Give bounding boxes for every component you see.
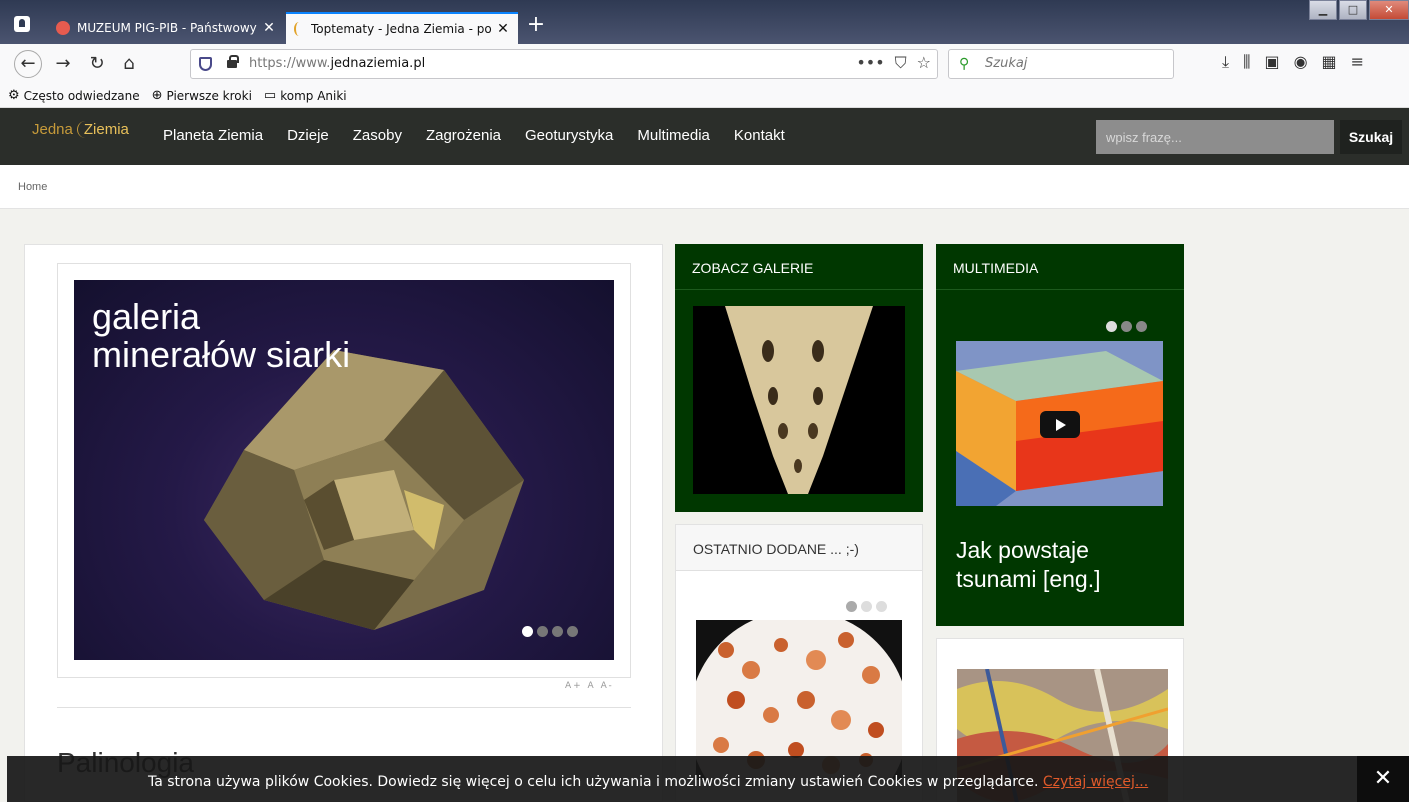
library-icon[interactable]: ⫼ (1243, 52, 1250, 72)
slider-dot[interactable] (1136, 321, 1147, 332)
video-thumbnail[interactable] (956, 341, 1163, 506)
site-header: Jedna Ziemia Planeta Ziemia Dzieje Zasoby… (0, 108, 1409, 165)
gallery-card: ZOBACZ GALERIE (675, 244, 923, 512)
nav-item-zagrozenia[interactable]: Zagrożenia (426, 127, 501, 144)
pocket-icon[interactable]: ⛉ (895, 53, 907, 73)
breadcrumb-bar: Home (0, 165, 1409, 209)
browser-toolbar: ← → ↻ ⌂ https://www.jednaziemia.pl ••• ⛉… (0, 44, 1409, 84)
font-size-tools[interactable]: A+ A A- (565, 681, 614, 691)
downloads-icon[interactable]: ⤓ (1222, 52, 1229, 72)
favicon-icon (56, 21, 70, 35)
bookmark-item[interactable]: ⊕ Pierwsze kroki (152, 88, 252, 103)
lock-icon[interactable] (227, 55, 239, 68)
window-close-icon[interactable]: ✕ (1369, 0, 1409, 20)
main-nav: Planeta Ziemia Dzieje Zasoby Zagrożenia … (163, 127, 785, 144)
nav-item-zasoby[interactable]: Zasoby (353, 127, 402, 144)
site-search-input[interactable] (1096, 120, 1334, 154)
tab-muzeum[interactable]: MUZEUM PIG-PIB - Państwowy ✕ (48, 12, 284, 44)
maximize-icon[interactable]: □ (1339, 0, 1367, 20)
gallery-image[interactable] (693, 306, 905, 494)
breadcrumb[interactable]: Home (18, 181, 47, 193)
cookie-text: Ta strona używa plików Cookies. Dowiedz … (148, 774, 1149, 790)
slider-dot[interactable] (567, 626, 578, 637)
slider-title: galeria minerałów siarki (92, 296, 351, 375)
back-icon[interactable]: ← (14, 50, 42, 78)
slider-dot[interactable] (552, 626, 563, 637)
nav-item-multimedia[interactable]: Multimedia (637, 127, 710, 144)
multimedia-caption[interactable]: Jak powstaje tsunami [eng.] (956, 536, 1100, 594)
multimedia-card: MULTIMEDIA Jak powstaje tsunami [eng.] (936, 244, 1184, 626)
sidebar-icon[interactable]: ▣ (1264, 52, 1279, 72)
cookie-banner: Ta strona używa plików Cookies. Dowiedz … (7, 756, 1409, 802)
menu-icon[interactable]: ≡ (1351, 52, 1364, 72)
bookmark-item[interactable]: ⚙ Często odwiedzane (8, 88, 140, 103)
site-search-button[interactable]: Szukaj (1340, 120, 1402, 154)
pinned-tab-icon[interactable] (14, 16, 30, 32)
tab-label: MUZEUM PIG-PIB - Państwowy (77, 21, 257, 35)
browser-titlebar: MUZEUM PIG-PIB - Państwowy ✕ Toptematy -… (0, 0, 1409, 44)
nav-item-planeta-ziemia[interactable]: Planeta Ziemia (163, 127, 263, 144)
page-actions-icon[interactable]: ••• (856, 53, 884, 73)
nav-item-dzieje[interactable]: Dzieje (287, 127, 329, 144)
tab-label: Toptematy - Jedna Ziemia - po (311, 22, 492, 36)
address-bar[interactable]: https://www.jednaziemia.pl ••• ⛉ ☆ (190, 49, 938, 79)
divider (57, 707, 631, 708)
slider-dot[interactable] (537, 626, 548, 637)
multimedia-dots (1106, 321, 1147, 332)
slider-dot[interactable] (522, 626, 533, 637)
slider-dot[interactable] (861, 601, 872, 612)
window-controls: ▁ □ ✕ (1307, 0, 1409, 20)
browser-search-bar[interactable]: ⚲ (948, 49, 1174, 79)
globe-icon: ⊕ (151, 88, 163, 103)
tab-close-icon[interactable]: ✕ (262, 20, 276, 36)
new-tab-icon[interactable]: + (524, 14, 548, 38)
nav-item-kontakt[interactable]: Kontakt (734, 127, 785, 144)
cookie-close-icon[interactable]: ✕ (1357, 756, 1409, 802)
favicon-icon (294, 22, 304, 36)
slider-image[interactable]: galeria minerałów siarki (74, 280, 614, 660)
nav-item-geoturystyka[interactable]: Geoturystyka (525, 127, 613, 144)
url-text: https://www.jednaziemia.pl (249, 56, 426, 71)
forward-icon[interactable]: → (50, 52, 76, 76)
featured-panel: galeria minerałów siarki A+ A A- Palinol… (24, 244, 663, 802)
recent-dots (846, 601, 887, 612)
pyrite-mineral-image (204, 350, 524, 630)
slider-dot[interactable] (1121, 321, 1132, 332)
home-icon[interactable]: ⌂ (116, 52, 142, 76)
bookmark-star-icon[interactable]: ☆ (917, 53, 931, 73)
multimedia-card-title: MULTIMEDIA (936, 244, 1184, 290)
account-icon[interactable]: ◉ (1294, 52, 1308, 72)
slider-dot[interactable] (876, 601, 887, 612)
bookmarks-toolbar: ⚙ Często odwiedzane ⊕ Pierwsze kroki ▭ komp… (0, 84, 1409, 108)
extensions-icon[interactable]: ▦ (1322, 52, 1337, 72)
slider-dot[interactable] (1106, 321, 1117, 332)
site-logo[interactable]: Jedna Ziemia (32, 121, 131, 138)
reload-icon[interactable]: ↻ (84, 52, 110, 76)
fossil-image (725, 306, 873, 494)
slider-dot[interactable] (846, 601, 857, 612)
bookmark-item[interactable]: ▭ komp Aniki (264, 88, 347, 103)
browser-search-input[interactable] (985, 56, 1155, 71)
search-engine-icon: ⚲ (959, 56, 970, 72)
gear-icon: ⚙ (8, 88, 20, 103)
recent-card-title: OSTATNIO DODANE ... ;-) (676, 525, 922, 571)
play-icon[interactable] (1040, 411, 1080, 438)
cookie-more-link[interactable]: Czytaj więcej... (1043, 774, 1148, 790)
minimize-icon[interactable]: ▁ (1309, 0, 1337, 20)
shield-icon[interactable] (199, 57, 212, 71)
slider: galeria minerałów siarki (57, 263, 631, 678)
slider-dots (522, 626, 578, 637)
gallery-card-title: ZOBACZ GALERIE (675, 244, 923, 290)
tab-toptematy[interactable]: Toptematy - Jedna Ziemia - po ✕ (286, 12, 518, 44)
folder-icon: ▭ (263, 88, 277, 103)
tab-close-icon[interactable]: ✕ (496, 21, 510, 37)
